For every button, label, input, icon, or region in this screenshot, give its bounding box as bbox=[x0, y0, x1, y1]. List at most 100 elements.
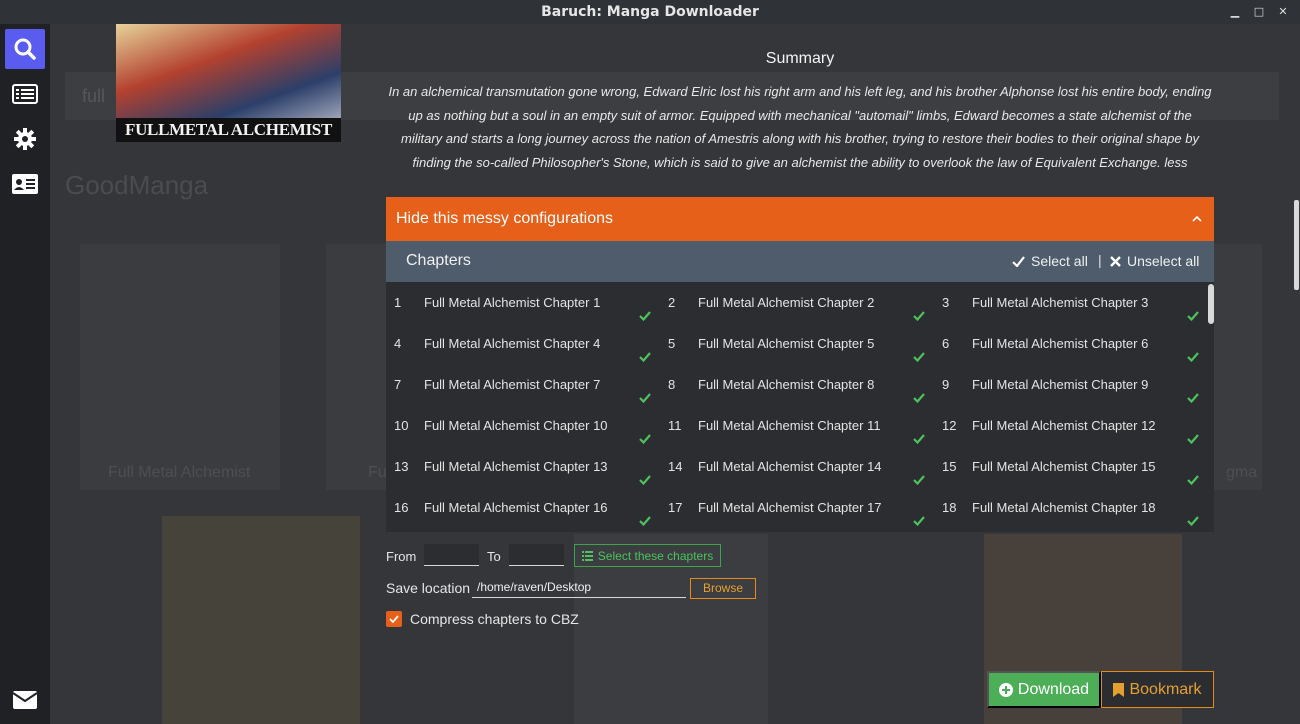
chapter-number: 16 bbox=[394, 500, 409, 515]
chapter-number: 12 bbox=[942, 418, 957, 433]
chapter-item[interactable]: 15 Full Metal Alchemist Chapter 15 bbox=[934, 446, 1208, 487]
browse-button[interactable]: Browse bbox=[690, 578, 756, 599]
summary-heading: Summary bbox=[765, 50, 835, 67]
unselect-all-label: Unselect all bbox=[1127, 253, 1200, 269]
plus-circle-icon bbox=[998, 682, 1013, 697]
chapter-item[interactable]: 7 Full Metal Alchemist Chapter 7 bbox=[386, 364, 660, 405]
chapter-number: 9 bbox=[942, 377, 950, 392]
background-card-title: gma bbox=[1226, 464, 1258, 481]
chapter-name: Full Metal Alchemist Chapter 17 bbox=[698, 500, 882, 515]
chapter-number: 5 bbox=[668, 336, 676, 351]
check-icon bbox=[389, 615, 399, 623]
chapter-item[interactable]: 2 Full Metal Alchemist Chapter 2 bbox=[660, 282, 934, 323]
gear-icon bbox=[14, 128, 36, 150]
save-location-input[interactable] bbox=[472, 577, 686, 598]
select-all-button[interactable]: Select all bbox=[1012, 253, 1088, 269]
chevron-up-icon bbox=[1192, 197, 1202, 241]
chapter-name: Full Metal Alchemist Chapter 7 bbox=[424, 377, 601, 392]
chapter-name: Full Metal Alchemist Chapter 16 bbox=[424, 500, 608, 515]
chapter-item[interactable]: 16 Full Metal Alchemist Chapter 16 bbox=[386, 487, 660, 528]
chapter-item[interactable]: 6 Full Metal Alchemist Chapter 6 bbox=[934, 323, 1208, 364]
sidebar-item-settings[interactable] bbox=[5, 119, 45, 159]
chapter-name: Full Metal Alchemist Chapter 11 bbox=[698, 418, 881, 433]
chapter-number: 14 bbox=[668, 459, 683, 474]
compress-checkbox[interactable] bbox=[386, 611, 402, 627]
bookmark-label: Bookmark bbox=[1129, 680, 1202, 698]
from-label: From bbox=[386, 549, 417, 564]
list-icon bbox=[12, 84, 38, 104]
window-titlebar: Baruch: Manga Downloader ▁ □ ✕ bbox=[0, 0, 1300, 24]
page-scrollbar-thumb[interactable] bbox=[1294, 200, 1299, 290]
from-chapter-input[interactable] bbox=[424, 544, 479, 566]
chapter-item[interactable]: 3 Full Metal Alchemist Chapter 3 bbox=[934, 282, 1208, 323]
search-icon bbox=[14, 38, 36, 60]
config-toggle-label: Hide this messy configurations bbox=[396, 210, 613, 227]
chapter-number: 2 bbox=[668, 295, 676, 310]
chapter-number: 10 bbox=[394, 418, 409, 433]
chapter-list-scrollbar-thumb[interactable] bbox=[1208, 284, 1214, 324]
sidebar-item-contact[interactable] bbox=[5, 680, 45, 720]
window-title: Baruch: Manga Downloader bbox=[541, 4, 759, 20]
chapter-item[interactable]: 13 Full Metal Alchemist Chapter 13 bbox=[386, 446, 660, 487]
chapter-item[interactable]: 14 Full Metal Alchemist Chapter 14 bbox=[660, 446, 934, 487]
chapter-item[interactable]: 11 Full Metal Alchemist Chapter 11 bbox=[660, 405, 934, 446]
background-result-card bbox=[162, 516, 360, 724]
chapter-list[interactable]: 1 Full Metal Alchemist Chapter 1 2 Full Met… bbox=[386, 282, 1214, 532]
bookmark-button[interactable]: Bookmark bbox=[1101, 671, 1214, 708]
background-card-title: Full Metal Alchemist bbox=[108, 464, 251, 481]
check-icon bbox=[1012, 255, 1025, 267]
background-card-title: Fu bbox=[368, 464, 387, 481]
chapter-item[interactable]: 8 Full Metal Alchemist Chapter 8 bbox=[660, 364, 934, 405]
unselect-all-button[interactable]: Unselect all bbox=[1110, 253, 1199, 269]
select-all-label: Select all bbox=[1031, 253, 1088, 269]
background-result-card bbox=[1212, 244, 1262, 490]
maximize-icon[interactable]: □ bbox=[1252, 0, 1266, 24]
chapter-name: Full Metal Alchemist Chapter 6 bbox=[972, 336, 1149, 351]
chapter-name: Full Metal Alchemist Chapter 9 bbox=[972, 377, 1149, 392]
close-icon[interactable]: ✕ bbox=[1276, 0, 1290, 24]
window-controls: ▁ □ ✕ bbox=[1228, 0, 1290, 24]
background-result-card bbox=[80, 244, 280, 490]
chapter-name: Full Metal Alchemist Chapter 13 bbox=[424, 459, 608, 474]
sidebar-item-about[interactable] bbox=[5, 164, 45, 204]
compress-label: Compress chapters to CBZ bbox=[410, 611, 579, 627]
select-these-chapters-button[interactable]: Select these chapters bbox=[574, 544, 721, 567]
chapter-item[interactable]: 9 Full Metal Alchemist Chapter 9 bbox=[934, 364, 1208, 405]
download-label: Download bbox=[1017, 680, 1090, 698]
chapter-number: 13 bbox=[394, 459, 409, 474]
chapter-number: 7 bbox=[394, 377, 402, 392]
summary-text: In an alchemical transmutation gone wron… bbox=[388, 84, 1212, 170]
chapter-item[interactable]: 5 Full Metal Alchemist Chapter 5 bbox=[660, 323, 934, 364]
chapter-name: Full Metal Alchemist Chapter 2 bbox=[698, 295, 875, 310]
chapter-item[interactable]: 12 Full Metal Alchemist Chapter 12 bbox=[934, 405, 1208, 446]
sidebar-item-library[interactable] bbox=[5, 74, 45, 114]
chapter-item[interactable]: 1 Full Metal Alchemist Chapter 1 bbox=[386, 282, 660, 323]
chapter-name: Full Metal Alchemist Chapter 10 bbox=[424, 418, 608, 433]
chapters-header: Chapters Select all | Unselect all bbox=[386, 241, 1214, 282]
to-chapter-input[interactable] bbox=[509, 544, 564, 566]
chapter-name: Full Metal Alchemist Chapter 14 bbox=[698, 459, 882, 474]
chapter-name: Full Metal Alchemist Chapter 3 bbox=[972, 295, 1149, 310]
check-icon bbox=[913, 501, 925, 532]
download-button[interactable]: Download bbox=[987, 671, 1101, 708]
chapter-number: 4 bbox=[394, 336, 402, 351]
minimize-icon[interactable]: ▁ bbox=[1228, 0, 1242, 24]
chapter-item[interactable]: 10 Full Metal Alchemist Chapter 10 bbox=[386, 405, 660, 446]
chapter-item[interactable]: 18 Full Metal Alchemist Chapter 18 bbox=[934, 487, 1208, 528]
chapter-item[interactable]: 17 Full Metal Alchemist Chapter 17 bbox=[660, 487, 934, 528]
chapter-number: 1 bbox=[394, 295, 402, 310]
chapter-number: 15 bbox=[942, 459, 957, 474]
chapter-number: 17 bbox=[668, 500, 683, 515]
chapter-number: 8 bbox=[668, 377, 676, 392]
chapter-number: 11 bbox=[668, 418, 682, 433]
cover-title: FULLMETAL ALCHEMIST bbox=[116, 118, 341, 142]
chapter-item[interactable]: 4 Full Metal Alchemist Chapter 4 bbox=[386, 323, 660, 364]
background-result-card bbox=[326, 244, 386, 490]
bookmark-icon bbox=[1113, 682, 1125, 697]
sidebar bbox=[0, 24, 50, 724]
chapter-name: Full Metal Alchemist Chapter 18 bbox=[972, 500, 1156, 515]
sidebar-item-search[interactable] bbox=[5, 29, 45, 69]
config-toggle-bar[interactable]: Hide this messy configurations bbox=[386, 197, 1214, 241]
chapter-name: Full Metal Alchemist Chapter 8 bbox=[698, 377, 875, 392]
to-label: To bbox=[487, 549, 501, 564]
